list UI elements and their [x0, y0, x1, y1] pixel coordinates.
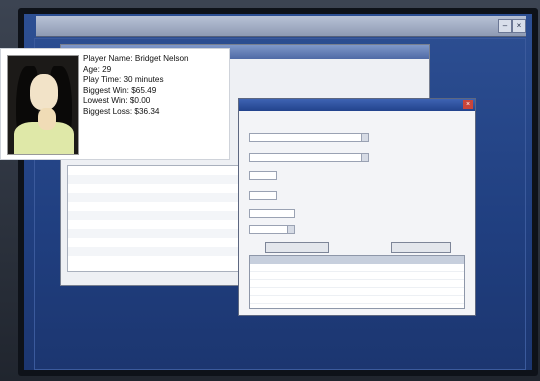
table-row[interactable]	[250, 296, 464, 304]
text-field-3[interactable]	[249, 209, 295, 218]
dialog-button-left[interactable]	[265, 242, 329, 253]
text-field-2[interactable]	[249, 191, 277, 200]
player-lowest-win: Lowest Win: $0.00	[83, 96, 151, 105]
settings-dialog[interactable]: ×	[238, 98, 476, 316]
dialog-button-right[interactable]	[391, 242, 451, 253]
results-grid[interactable]	[249, 255, 465, 309]
text-field-1[interactable]	[249, 171, 277, 180]
outer-window-titlebar[interactable]: – ×	[36, 16, 526, 37]
player-name: Player Name: Bridget Nelson	[83, 54, 189, 63]
minimize-icon[interactable]: –	[498, 19, 512, 33]
chevron-down-icon[interactable]	[361, 154, 368, 161]
player-info-card: Player Name: Bridget Nelson Age: 29 Play…	[0, 48, 230, 160]
table-row[interactable]	[250, 288, 464, 296]
chevron-down-icon[interactable]	[287, 226, 294, 233]
player-info-lines: Player Name: Bridget Nelson Age: 29 Play…	[83, 54, 227, 117]
close-icon[interactable]: ×	[512, 19, 526, 33]
player-biggest-loss: Biggest Loss: $36.34	[83, 106, 160, 116]
portrait-hand	[38, 108, 56, 130]
player-age: Age: 29	[83, 64, 112, 74]
dropdown-field-2[interactable]	[249, 153, 369, 162]
table-row[interactable]	[250, 264, 464, 272]
table-row[interactable]	[250, 280, 464, 288]
table-row[interactable]	[250, 272, 464, 280]
dropdown-field-3[interactable]	[249, 225, 295, 234]
dialog-titlebar[interactable]: ×	[239, 99, 475, 111]
player-play-time: Play Time: 30 minutes	[83, 75, 164, 84]
chevron-down-icon[interactable]	[361, 134, 368, 141]
dropdown-field-1[interactable]	[249, 133, 369, 142]
player-biggest-win: Biggest Win: $65.49	[83, 85, 157, 95]
dialog-close-icon[interactable]: ×	[463, 100, 473, 109]
grid-header	[250, 256, 464, 264]
player-portrait	[7, 55, 79, 155]
portrait-face	[30, 74, 58, 110]
